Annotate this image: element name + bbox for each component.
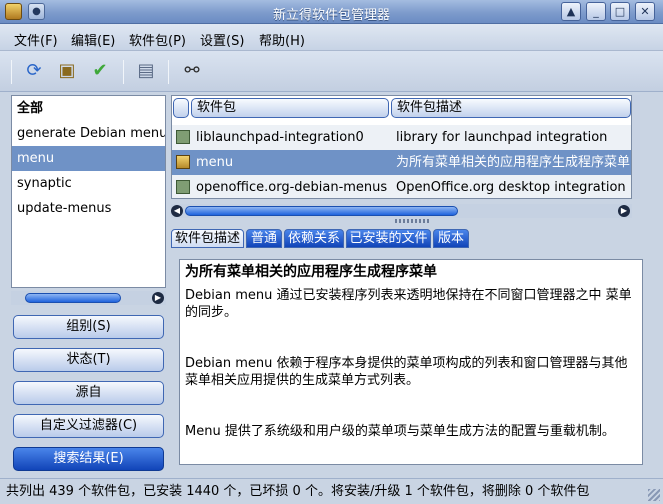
resize-grip-icon[interactable] (648, 489, 660, 501)
package-list: 软件包 软件包描述 liblaunchpad-integration0 libr… (171, 95, 632, 199)
filter-item-synaptic[interactable]: synaptic (12, 171, 165, 196)
package-name: liblaunchpad-integration0 (196, 130, 364, 145)
status-bar: 共列出 439 个软件包，已安装 1440 个，已坏损 0 个。将安装/升级 1… (0, 478, 663, 504)
description-title: 为所有菜单相关的应用程序生成程序菜单 (185, 264, 437, 280)
toolbar-separator (168, 60, 169, 84)
package-status-icon[interactable] (176, 180, 190, 194)
minimize-button[interactable]: _ (586, 2, 606, 21)
package-installed-icon[interactable] (176, 155, 190, 169)
package-description-panel: 为所有菜单相关的应用程序生成程序菜单 Debian menu 通过已安装程序列表… (179, 259, 643, 465)
refresh-icon[interactable]: ⟳ (22, 59, 46, 83)
status-button[interactable]: 状态(T) (13, 348, 164, 372)
tab-description[interactable]: 软件包描述 (171, 229, 244, 248)
package-status-icon[interactable] (176, 130, 190, 144)
menu-file[interactable]: 文件(F) (14, 30, 58, 49)
scroll-thumb[interactable] (185, 206, 458, 216)
scroll-thumb[interactable] (25, 293, 121, 303)
origin-button[interactable]: 源自 (13, 381, 164, 405)
column-description-header[interactable]: 软件包描述 (391, 98, 631, 118)
column-package-header[interactable]: 软件包 (191, 98, 389, 118)
package-list-vertical-scrollbar[interactable] (632, 95, 640, 199)
tab-dependencies[interactable]: 依赖关系 (284, 229, 344, 248)
menu-settings[interactable]: 设置(S) (200, 30, 244, 49)
scroll-left-icon[interactable]: ◀ (171, 205, 183, 217)
properties-icon[interactable]: ▤ (134, 59, 158, 83)
status-text: 共列出 439 个软件包，已安装 1440 个，已坏损 0 个。将安装/升级 1… (6, 484, 590, 499)
package-description: OpenOffice.org desktop integration (396, 180, 626, 195)
package-list-scrollbar[interactable]: ◀ ▶ (171, 204, 632, 218)
filter-item-generate-debian-menu[interactable]: generate Debian menu (12, 121, 165, 146)
description-paragraph: Debian menu 通过已安装程序列表来透明地保持在不同窗口管理器之中 菜单… (185, 288, 632, 320)
package-row-selected[interactable]: menu 为所有菜单相关的应用程序生成程序菜单 (172, 150, 631, 175)
filter-item-update-menus[interactable]: update-menus (12, 196, 165, 221)
mark-upgrades-icon[interactable]: ▣ (55, 59, 79, 83)
toolbar-separator (123, 60, 124, 84)
apply-check-icon[interactable]: ✔ (88, 59, 112, 83)
toolbar-separator (11, 60, 12, 84)
column-status-header[interactable] (173, 98, 189, 118)
filter-item-menu[interactable]: menu (12, 146, 165, 171)
menu-package[interactable]: 软件包(P) (129, 30, 186, 49)
title-bar: ● 新立得软件包管理器 ▲ _ □ ✕ (0, 0, 663, 24)
description-paragraph: Debian menu 依赖于程序本身提供的菜单项构成的列表和窗口管理器与其他菜… (185, 356, 628, 388)
tab-common[interactable]: 普通 (246, 229, 282, 248)
custom-filter-button[interactable]: 自定义过滤器(C) (13, 414, 164, 438)
search-binoculars-icon[interactable]: ⚯ (180, 59, 204, 83)
package-description: 为所有菜单相关的应用程序生成程序菜单 (396, 155, 631, 170)
maximize-button[interactable]: □ (610, 2, 630, 21)
filter-item-all[interactable]: 全部 (12, 96, 165, 121)
toolbar: ⟳ ▣ ✔ ▤ ⚯ (0, 51, 663, 92)
close-button[interactable]: ✕ (635, 2, 655, 21)
tab-versions[interactable]: 版本 (433, 229, 469, 248)
description-paragraph: Menu 提供了系统级和用户级的菜单项与菜单生成方法的配置与重载机制。 (185, 424, 615, 439)
tab-installed-files[interactable]: 已安装的文件 (346, 229, 431, 248)
package-description: library for launchpad integration (396, 130, 608, 145)
package-row[interactable]: liblaunchpad-integration0 library for la… (172, 125, 631, 150)
group-button[interactable]: 组别(S) (13, 315, 164, 339)
package-row[interactable]: openoffice.org-debian-menus OpenOffice.o… (172, 175, 631, 198)
search-results-button[interactable]: 搜索结果(E) (13, 447, 164, 471)
filter-list-scrollbar[interactable]: ▶ (11, 291, 166, 305)
scroll-right-icon[interactable]: ▶ (618, 205, 630, 217)
shade-button[interactable]: ▲ (561, 2, 581, 21)
menu-help[interactable]: 帮助(H) (259, 30, 305, 49)
package-name: openoffice.org-debian-menus (196, 180, 388, 195)
menu-bar: 文件(F) 编辑(E) 软件包(P) 设置(S) 帮助(H) (0, 24, 663, 51)
filter-list: 全部 generate Debian menu menu synaptic up… (11, 95, 166, 288)
scroll-right-icon[interactable]: ▶ (152, 292, 164, 304)
package-name: menu (196, 155, 234, 170)
menu-edit[interactable]: 编辑(E) (71, 30, 115, 49)
pane-splitter[interactable] (395, 219, 429, 223)
